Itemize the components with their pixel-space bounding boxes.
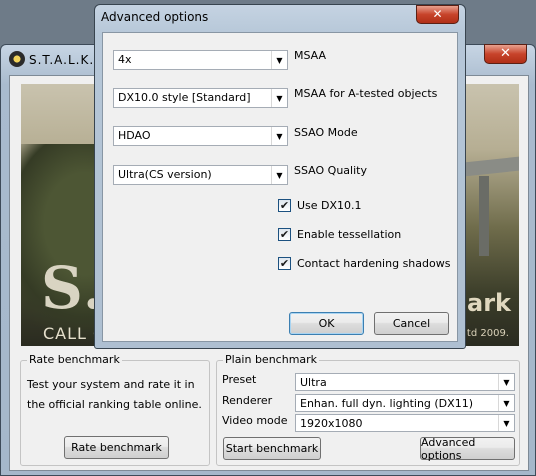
main-window-close-button[interactable]: ✕ [484,44,527,64]
enable-tessellation-label: Enable tessellation [297,228,402,241]
dialog-content: 4x ▼ MSAA DX10.0 style [Standard] ▼ MSAA… [102,32,458,342]
chevron-down-icon[interactable]: ▼ [271,51,287,69]
msaa-atested-label: MSAA for A-tested objects [294,87,438,100]
chevron-down-icon[interactable]: ▼ [271,166,287,184]
msaa-value: 4x [118,53,132,66]
advanced-options-dialog: Advanced options ✕ 4x ▼ MSAA DX10.0 styl… [94,4,466,349]
rate-benchmark-button[interactable]: Rate benchmark [64,436,169,459]
chevron-down-icon[interactable]: ▼ [271,89,287,107]
use-dx101-checkbox[interactable]: ✔ Use DX10.1 [278,199,362,212]
msaa-label: MSAA [294,49,327,62]
chevron-down-icon[interactable]: ▼ [498,415,514,431]
ok-button[interactable]: OK [289,312,364,335]
checkbox-check-icon[interactable]: ✔ [278,199,291,212]
dialog-title: Advanced options [101,10,209,24]
chevron-down-icon[interactable]: ▼ [498,395,514,411]
renderer-label: Renderer [222,394,273,407]
ssao-mode-value: HDAO [118,129,151,142]
advanced-options-button[interactable]: Advanced options [420,436,515,462]
ssao-mode-select[interactable]: HDAO ▼ [113,126,288,146]
preset-label: Preset [222,373,257,386]
dialog-close-button[interactable]: ✕ [416,5,459,24]
preset-select[interactable]: Ultra ▼ [295,373,515,391]
msaa-atested-value: DX10.0 style [Standard] [118,91,251,104]
rate-benchmark-description: Test your system and rate it in the offi… [27,378,202,411]
msaa-select[interactable]: 4x ▼ [113,50,288,70]
rate-benchmark-legend: Rate benchmark [27,353,122,366]
rate-benchmark-group: Rate benchmark Test your system and rate… [20,353,210,466]
msaa-atested-select[interactable]: DX10.0 style [Standard] ▼ [113,88,288,108]
ssao-mode-label: SSAO Mode [294,126,358,139]
video-mode-value: 1920x1080 [300,417,363,430]
checkbox-check-icon[interactable]: ✔ [278,257,291,270]
renderer-select[interactable]: Enhan. full dyn. lighting (DX11) ▼ [295,394,515,412]
enable-tessellation-checkbox[interactable]: ✔ Enable tessellation [278,228,401,241]
contact-hardening-shadows-checkbox[interactable]: ✔ Contact hardening shadows [278,257,450,270]
ssao-quality-value: Ultra(CS version) [118,168,212,181]
use-dx101-label: Use DX10.1 [297,199,362,212]
start-benchmark-button[interactable]: Start benchmark [223,437,321,460]
plain-benchmark-legend: Plain benchmark [223,353,320,366]
banner-pillar [479,176,489,256]
ssao-quality-label: SSAO Quality [294,164,367,177]
renderer-value: Enhan. full dyn. lighting (DX11) [300,397,473,410]
preset-value: Ultra [300,376,327,389]
ssao-quality-select[interactable]: Ultra(CS version) ▼ [113,165,288,185]
video-mode-select[interactable]: 1920x1080 ▼ [295,414,515,432]
chevron-down-icon[interactable]: ▼ [498,374,514,390]
contact-hardening-shadows-label: Contact hardening shadows [297,257,451,270]
video-mode-label: Video mode [222,414,288,427]
checkbox-check-icon[interactable]: ✔ [278,228,291,241]
plain-benchmark-group: Plain benchmark Preset Ultra ▼ Renderer … [216,353,520,466]
chevron-down-icon[interactable]: ▼ [271,127,287,145]
cancel-button[interactable]: Cancel [374,312,449,335]
app-logo-icon [9,51,25,67]
